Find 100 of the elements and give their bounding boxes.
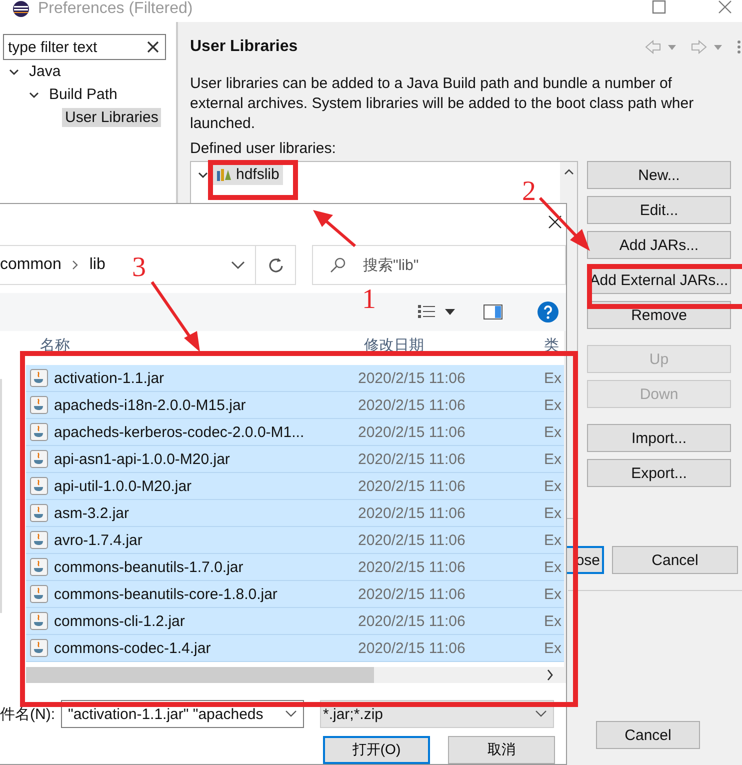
file-date: 2020/2/15 11:06 <box>358 558 466 576</box>
java-file-icon <box>30 639 48 657</box>
file-type: Ex <box>544 532 563 548</box>
file-type: Ex <box>544 450 563 468</box>
description-line: User libraries can be added to a Java Build path and bundle a number of <box>190 74 673 94</box>
file-type: Ex <box>544 586 563 602</box>
file-type: Ex <box>544 612 563 630</box>
list-label: Defined user libraries: <box>190 139 337 159</box>
menu-icon[interactable] <box>736 40 742 54</box>
column-header[interactable]: 名称 <box>26 336 364 354</box>
java-file-icon <box>30 450 48 468</box>
file-name: activation-1.1.jar <box>54 370 166 386</box>
refresh-button[interactable] <box>256 245 296 285</box>
java-file-icon <box>30 396 48 414</box>
horizontal-scrollbar[interactable] <box>26 667 564 683</box>
file-type: Ex <box>544 396 563 414</box>
file-name: api-util-1.0.0-M20.jar <box>54 478 193 494</box>
annotation-number: 3 <box>132 254 146 282</box>
java-file-icon <box>30 504 48 522</box>
file-type: Ex <box>544 424 563 440</box>
dialog-button[interactable]: Cancel <box>596 721 700 749</box>
annotation-number: 1 <box>362 286 376 314</box>
library-item[interactable]: hdfslib <box>212 164 284 185</box>
file-row[interactable]: apacheds-i18n-2.0.0-M15.jar 2020/2/15 11:06 Ex <box>26 392 564 419</box>
file-row[interactable]: activation-1.1.jar 2020/2/15 11:06 Ex <box>26 365 564 392</box>
file-name: apacheds-i18n-2.0.0-M15.jar <box>54 396 247 414</box>
scroll-up-icon[interactable] <box>564 168 574 176</box>
file-type: Ex <box>544 478 563 494</box>
help-icon[interactable] <box>537 301 559 323</box>
java-file-icon <box>30 477 48 495</box>
file-row[interactable]: api-util-1.0.0-M20.jar 2020/2/15 11:06 Ex <box>26 473 564 500</box>
dropdown-icon[interactable] <box>445 309 455 315</box>
action-button[interactable]: Import... <box>587 424 731 452</box>
java-file-icon <box>30 585 48 603</box>
filter-field[interactable]: type filter text <box>3 34 166 60</box>
annotation-arrow <box>150 281 200 352</box>
file-date: 2020/2/15 11:06 <box>358 532 466 548</box>
file-row[interactable]: commons-cli-1.2.jar 2020/2/15 11:06 Ex <box>26 608 564 635</box>
file-name: apacheds-kerberos-codec-2.0.0-M1... <box>54 424 306 440</box>
file-date: 2020/2/15 11:06 <box>358 450 466 468</box>
annotation-number: 2 <box>522 178 536 206</box>
file-date: 2020/2/15 11:06 <box>358 370 466 386</box>
file-row[interactable]: api-asn1-api-1.0.0-M20.jar 2020/2/15 11:06 Ex <box>26 446 564 473</box>
file-name-label: 件名(N): <box>0 704 55 724</box>
file-date: 2020/2/15 11:06 <box>358 612 466 630</box>
file-name: commons-beanutils-core-1.8.0.jar <box>54 586 278 602</box>
description-line: launched. <box>190 114 256 134</box>
page-title: User Libraries <box>190 38 299 56</box>
file-type: Ex <box>544 504 563 522</box>
file-row[interactable]: commons-beanutils-core-1.8.0.jar 2020/2/15 11:06 Ex <box>26 581 564 608</box>
dialog-button[interactable]: 打开(O) <box>323 736 430 764</box>
annotation-arrow <box>538 196 590 251</box>
file-type: Ex <box>544 370 563 386</box>
file-date: 2020/2/15 11:06 <box>358 586 466 602</box>
file-row[interactable]: avro-1.7.4.jar 2020/2/15 11:06 Ex <box>26 527 564 554</box>
file-name: avro-1.7.4.jar <box>54 532 144 548</box>
action-button[interactable]: Export... <box>587 459 731 487</box>
file-date: 2020/2/15 11:06 <box>358 478 466 494</box>
maximize-icon[interactable] <box>652 0 666 14</box>
file-date: 2020/2/15 11:06 <box>358 424 466 440</box>
file-row[interactable]: asm-3.2.jar 2020/2/15 11:06 Ex <box>26 500 564 527</box>
file-name-field[interactable]: "activation-1.1.jar" "apacheds <box>61 700 304 728</box>
dropdown-icon[interactable] <box>231 260 245 270</box>
java-file-icon <box>30 369 48 387</box>
dialog-button[interactable]: 取消 <box>448 736 555 764</box>
file-name: commons-codec-1.4.jar <box>54 640 212 656</box>
java-file-icon <box>30 423 48 441</box>
books-icon <box>216 168 232 182</box>
file-date: 2020/2/15 11:06 <box>358 396 466 414</box>
breadcrumb-item[interactable]: lib <box>89 256 106 274</box>
file-name: commons-cli-1.2.jar <box>54 612 186 630</box>
file-date: 2020/2/15 11:06 <box>358 640 466 656</box>
dropdown-icon[interactable] <box>285 710 297 718</box>
breadcrumb-item[interactable]: common <box>0 256 62 274</box>
tree-item[interactable]: Build Path <box>46 85 120 104</box>
window-title: Preferences (Filtered) <box>38 0 194 18</box>
tree-item[interactable]: User Libraries <box>62 108 162 127</box>
file-name: api-asn1-api-1.0.0-M20.jar <box>54 450 231 468</box>
tree-item[interactable]: Java <box>26 62 64 81</box>
file-row[interactable]: commons-beanutils-1.7.0.jar 2020/2/15 11:06 Ex <box>26 554 564 581</box>
file-row[interactable]: apacheds-kerberos-codec-2.0.0-M1... 2020/2/15 11:06 Ex <box>26 419 564 446</box>
action-button[interactable]: Add JARs... <box>587 231 731 259</box>
dropdown-icon[interactable] <box>535 710 547 718</box>
annotation-arrow <box>313 210 356 248</box>
dialog-button[interactable]: Cancel <box>612 546 738 574</box>
refresh-icon <box>268 257 284 273</box>
file-date: 2020/2/15 11:06 <box>358 504 466 522</box>
preview-pane-icon[interactable] <box>483 304 503 320</box>
close-icon[interactable] <box>548 215 562 229</box>
file-row[interactable]: commons-codec-1.4.jar 2020/2/15 11:06 Ex <box>26 635 564 662</box>
description-line: external archives. System libraries will be added to the boot class path wher <box>190 94 695 114</box>
action-button[interactable]: Edit... <box>587 196 731 224</box>
java-file-icon <box>30 558 48 576</box>
scroll-right-icon[interactable] <box>546 669 554 681</box>
search-field[interactable]: 搜索"lib" <box>312 245 566 285</box>
action-button[interactable]: New... <box>587 161 731 189</box>
file-type: Ex <box>544 558 563 576</box>
clear-icon[interactable] <box>147 41 159 53</box>
file-name: asm-3.2.jar <box>54 504 130 522</box>
view-options-icon[interactable] <box>417 304 437 320</box>
